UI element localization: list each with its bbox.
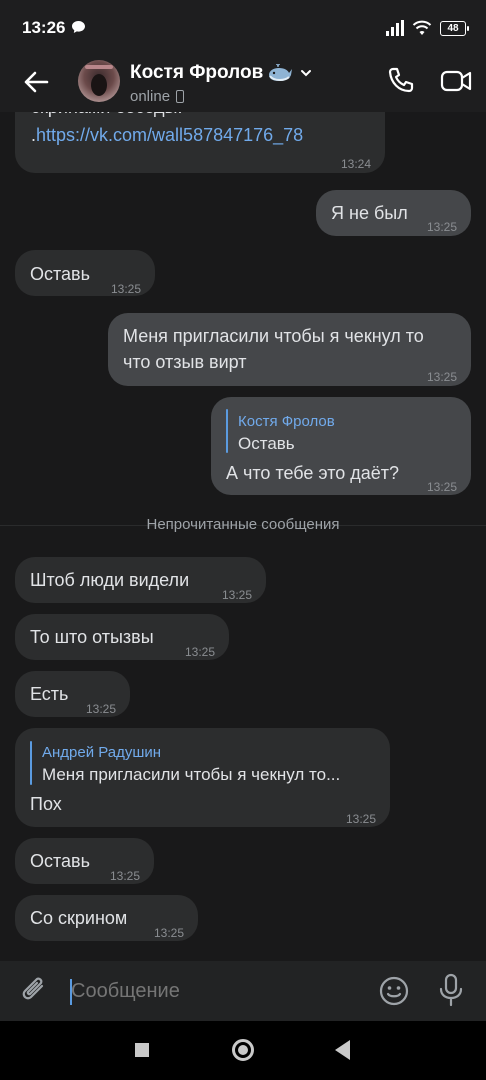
recent-apps-icon[interactable] bbox=[135, 1043, 149, 1057]
reply-quote-bar bbox=[30, 741, 32, 785]
message-incoming-with-reply[interactable]: Андрей Радушин Меня пригласили чтобы я ч… bbox=[15, 728, 390, 827]
message-link[interactable]: https://vk.com/wall587847176_78 bbox=[36, 125, 303, 145]
contact-name[interactable]: Костя Фролов bbox=[130, 62, 263, 84]
message-bubble-icon bbox=[72, 21, 85, 33]
reply-text: Меня пригласили чтобы я чекнул то... bbox=[42, 765, 341, 784]
message-list[interactable]: скринами беседы. .https://vk.com/wall587… bbox=[0, 112, 486, 961]
message-time: 13:25 bbox=[184, 645, 215, 659]
emoji-icon[interactable] bbox=[378, 975, 410, 1007]
message-text: скринами беседы. bbox=[31, 112, 183, 120]
system-nav-bar bbox=[0, 1021, 486, 1080]
contact-status: online bbox=[130, 88, 171, 105]
message-text-line2: что отзыв вирт bbox=[123, 352, 247, 372]
signal-icon bbox=[386, 20, 404, 36]
message-text-line1: Меня пригласили чтобы я чекнул то bbox=[123, 326, 424, 346]
message-time: 13:25 bbox=[109, 869, 140, 883]
message-text: Штоб люди видели bbox=[30, 570, 190, 590]
whale-emoji-icon bbox=[269, 64, 293, 82]
reply-quote-bar bbox=[226, 409, 228, 453]
message-incoming[interactable]: Оставь 13:25 bbox=[15, 250, 155, 296]
contact-status-row: online bbox=[130, 88, 185, 105]
message-time: 13:25 bbox=[426, 370, 457, 384]
attach-icon[interactable] bbox=[20, 975, 50, 1007]
message-outgoing-with-reply[interactable]: Костя Фролов Оставь А что тебе это даёт?… bbox=[211, 397, 471, 495]
message-incoming[interactable]: Штоб люди видели 13:25 bbox=[15, 557, 266, 603]
message-text: Пох bbox=[30, 794, 62, 814]
mobile-phone-icon bbox=[176, 90, 185, 103]
message-incoming[interactable]: Со скрином 13:25 bbox=[15, 895, 198, 941]
video-call-icon[interactable] bbox=[440, 68, 472, 94]
message-text: Я не был bbox=[331, 203, 408, 223]
message-time: 13:25 bbox=[153, 926, 184, 940]
message-input[interactable] bbox=[71, 980, 351, 1003]
message-text: Оставь bbox=[30, 264, 90, 284]
nav-back-icon[interactable] bbox=[335, 1040, 350, 1060]
message-text: Оставь bbox=[30, 851, 90, 871]
message-incoming[interactable]: Оставь 13:25 bbox=[15, 838, 154, 884]
message-time: 13:25 bbox=[345, 812, 376, 826]
status-time: 13:26 bbox=[22, 18, 66, 37]
message-outgoing[interactable]: Я не был 13:25 bbox=[316, 190, 471, 236]
message-incoming[interactable]: Есть 13:25 bbox=[15, 671, 130, 717]
message-text: А что тебе это даёт? bbox=[226, 463, 400, 483]
microphone-icon[interactable] bbox=[438, 973, 464, 1007]
message-time: 13:25 bbox=[426, 480, 457, 494]
message-composer bbox=[0, 961, 486, 1021]
call-icon[interactable] bbox=[386, 66, 416, 96]
message-time: 13:25 bbox=[426, 220, 457, 234]
battery-level: 48 bbox=[447, 22, 459, 34]
unread-divider: Непрочитанные сообщения bbox=[146, 516, 340, 533]
chat-header: Костя Фролов online bbox=[0, 56, 486, 112]
contact-name-row[interactable]: Костя Фролов bbox=[130, 62, 313, 84]
avatar[interactable] bbox=[78, 60, 120, 102]
wifi-icon bbox=[412, 20, 432, 35]
home-icon[interactable] bbox=[232, 1039, 254, 1061]
message-text: Есть bbox=[30, 684, 69, 704]
message-outgoing[interactable]: Меня пригласили чтобы я чекнул то что от… bbox=[108, 313, 471, 386]
reply-text: Оставь bbox=[238, 434, 295, 453]
message-text: Со скрином bbox=[30, 908, 128, 928]
message-link-row: .https://vk.com/wall587847176_78 bbox=[31, 122, 303, 148]
status-bar: 13:26 48 bbox=[0, 0, 486, 56]
message-time: 13:25 bbox=[221, 588, 252, 602]
message-time: 13:25 bbox=[85, 702, 116, 716]
battery-icon: 48 bbox=[440, 20, 469, 36]
message-incoming[interactable]: То што отызвы 13:25 bbox=[15, 614, 229, 660]
chevron-down-icon[interactable] bbox=[299, 66, 313, 80]
message-time: 13:24 bbox=[340, 157, 371, 171]
message-incoming[interactable]: скринами беседы. .https://vk.com/wall587… bbox=[15, 112, 385, 173]
message-time: 13:25 bbox=[110, 282, 141, 296]
back-arrow-icon[interactable] bbox=[22, 68, 50, 96]
message-text: То што отызвы bbox=[30, 627, 154, 647]
